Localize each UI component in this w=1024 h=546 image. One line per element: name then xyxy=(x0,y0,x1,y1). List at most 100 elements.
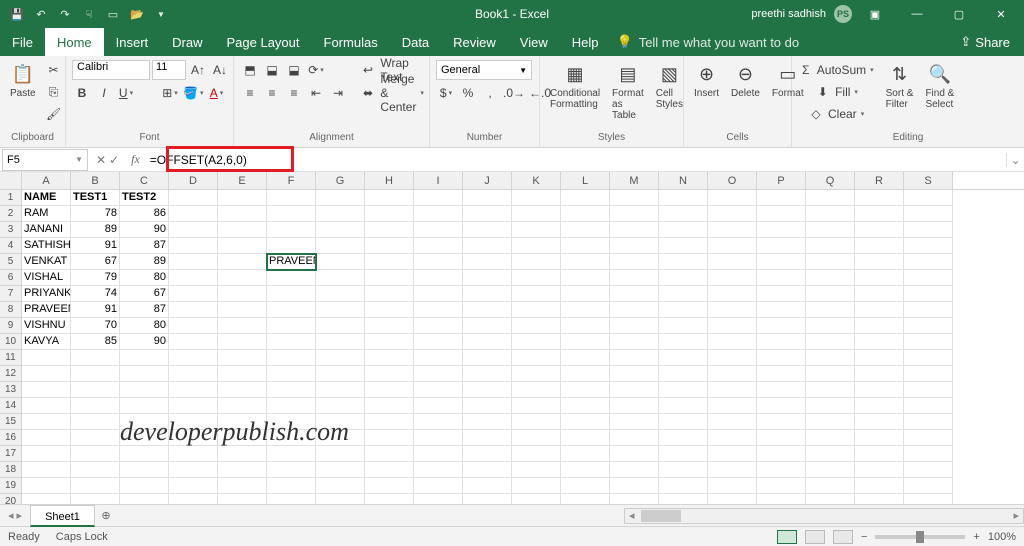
cell[interactable] xyxy=(610,350,659,366)
row-header[interactable]: 11 xyxy=(0,350,22,366)
cell[interactable] xyxy=(708,430,757,446)
cell[interactable]: 89 xyxy=(120,254,169,270)
cell[interactable] xyxy=(414,270,463,286)
fill-button[interactable]: ⬇ Fill xyxy=(798,82,878,102)
cell[interactable] xyxy=(610,398,659,414)
cell[interactable] xyxy=(757,382,806,398)
column-header[interactable]: R xyxy=(855,172,904,189)
cell[interactable] xyxy=(22,446,71,462)
qat-dropdown-icon[interactable]: ▼ xyxy=(152,5,170,23)
cell[interactable] xyxy=(659,190,708,206)
row-header[interactable]: 18 xyxy=(0,462,22,478)
cell[interactable] xyxy=(659,238,708,254)
cut-button[interactable]: ✂ xyxy=(44,60,64,80)
cell[interactable] xyxy=(855,382,904,398)
scrollbar-thumb[interactable] xyxy=(641,510,681,522)
cell[interactable]: 91 xyxy=(71,302,120,318)
tab-data[interactable]: Data xyxy=(390,28,441,56)
cell[interactable] xyxy=(218,366,267,382)
cell[interactable] xyxy=(610,238,659,254)
align-left-button[interactable]: ≡ xyxy=(240,83,260,103)
cell[interactable] xyxy=(757,366,806,382)
cell[interactable]: 89 xyxy=(71,222,120,238)
cell[interactable] xyxy=(218,398,267,414)
cell[interactable] xyxy=(904,494,953,504)
cell[interactable] xyxy=(757,430,806,446)
cell[interactable] xyxy=(659,478,708,494)
cell[interactable] xyxy=(806,334,855,350)
cell[interactable] xyxy=(169,478,218,494)
cell[interactable] xyxy=(806,302,855,318)
cell[interactable] xyxy=(169,366,218,382)
cell[interactable] xyxy=(855,206,904,222)
minimize-icon[interactable]: — xyxy=(898,0,936,28)
cell[interactable] xyxy=(610,494,659,504)
cell[interactable] xyxy=(855,446,904,462)
cell[interactable] xyxy=(169,318,218,334)
column-header[interactable]: M xyxy=(610,172,659,189)
cell[interactable] xyxy=(316,238,365,254)
cell[interactable] xyxy=(855,334,904,350)
cell[interactable] xyxy=(659,462,708,478)
cell[interactable] xyxy=(71,478,120,494)
cell[interactable] xyxy=(414,318,463,334)
cell[interactable] xyxy=(267,478,316,494)
cells-container[interactable]: NAMETEST1TEST2RAM7886JANANI8990SATHISH91… xyxy=(22,190,953,504)
cell[interactable] xyxy=(463,382,512,398)
cell[interactable] xyxy=(708,190,757,206)
cell[interactable] xyxy=(71,494,120,504)
cell[interactable]: VISHNU xyxy=(22,318,71,334)
redo-icon[interactable]: ↷ xyxy=(56,5,74,23)
cell[interactable]: 78 xyxy=(71,206,120,222)
cell[interactable] xyxy=(512,190,561,206)
cell[interactable] xyxy=(365,238,414,254)
cell[interactable] xyxy=(806,478,855,494)
cell[interactable] xyxy=(267,366,316,382)
cell[interactable] xyxy=(806,270,855,286)
cell[interactable] xyxy=(414,478,463,494)
cell[interactable] xyxy=(316,222,365,238)
cell[interactable] xyxy=(904,382,953,398)
cell[interactable] xyxy=(904,206,953,222)
cell[interactable] xyxy=(414,286,463,302)
cell[interactable] xyxy=(561,254,610,270)
tab-formulas[interactable]: Formulas xyxy=(312,28,390,56)
cell[interactable] xyxy=(757,414,806,430)
name-box[interactable]: F5▼ xyxy=(2,149,88,171)
cell[interactable] xyxy=(904,478,953,494)
cell[interactable] xyxy=(561,350,610,366)
column-header[interactable]: I xyxy=(414,172,463,189)
cell[interactable] xyxy=(463,190,512,206)
cell[interactable] xyxy=(414,238,463,254)
column-header[interactable]: J xyxy=(463,172,512,189)
cell[interactable] xyxy=(806,254,855,270)
cell[interactable] xyxy=(218,334,267,350)
cell[interactable]: PRIYANKA xyxy=(22,286,71,302)
italic-button[interactable]: I xyxy=(94,83,114,103)
cell[interactable] xyxy=(855,238,904,254)
cell[interactable] xyxy=(904,334,953,350)
cell[interactable] xyxy=(806,398,855,414)
font-color-button[interactable]: A xyxy=(206,83,226,103)
tab-file[interactable]: File xyxy=(0,28,45,56)
cell[interactable]: JANANI xyxy=(22,222,71,238)
cell[interactable] xyxy=(316,494,365,504)
cell[interactable] xyxy=(512,286,561,302)
cell[interactable] xyxy=(365,350,414,366)
cell[interactable] xyxy=(218,238,267,254)
cell[interactable] xyxy=(463,366,512,382)
cell[interactable] xyxy=(610,270,659,286)
cell[interactable] xyxy=(561,286,610,302)
underline-button[interactable]: U xyxy=(116,83,136,103)
cell[interactable] xyxy=(218,494,267,504)
orientation-button[interactable]: ⟳ xyxy=(306,60,326,80)
cell[interactable] xyxy=(316,302,365,318)
touch-mode-icon[interactable]: ☟ xyxy=(80,5,98,23)
cell[interactable] xyxy=(561,414,610,430)
column-header[interactable]: C xyxy=(120,172,169,189)
cell[interactable] xyxy=(757,350,806,366)
delete-cells-button[interactable]: ⊖Delete xyxy=(727,60,764,101)
row-header[interactable]: 6 xyxy=(0,270,22,286)
cell[interactable] xyxy=(414,446,463,462)
cell[interactable] xyxy=(169,190,218,206)
